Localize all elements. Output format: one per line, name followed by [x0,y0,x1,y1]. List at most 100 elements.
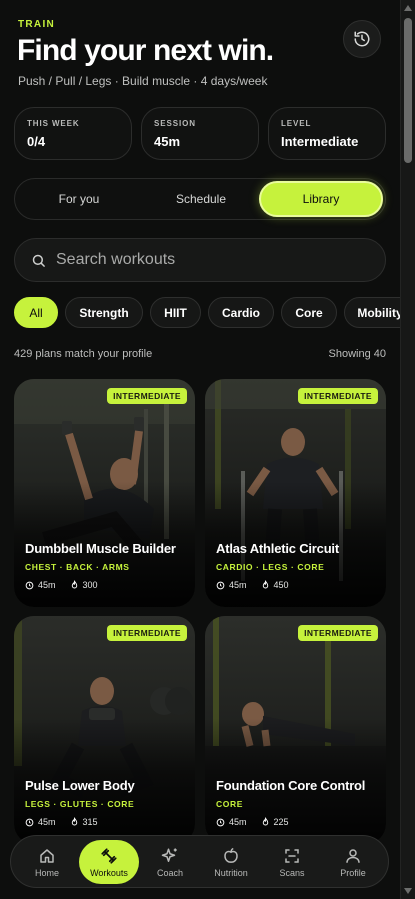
filter-chip-all[interactable]: All [14,297,58,328]
flame-icon [262,580,268,589]
user-icon [346,848,360,863]
nav-item-home[interactable]: Home [17,840,77,884]
workout-tags: CARDIO · LEGS · CORE [216,562,325,572]
duration-meta: 45m [216,580,247,590]
workout-card[interactable]: INTERMEDIATE Atlas Athletic Circuit CARD… [205,379,386,607]
calories-value: 300 [82,580,98,590]
scan-icon [285,848,299,863]
stat-session: SESSION 45m [141,107,259,160]
nav-item-coach[interactable]: Coach [140,840,200,884]
tab-library[interactable]: Library [259,181,383,217]
filter-chip-core[interactable]: Core [281,297,337,328]
results-showing: Showing 40 [328,348,387,360]
level-badge: INTERMEDIATE [107,388,187,404]
nav-label: Profile [340,867,366,878]
filter-chip-strength[interactable]: Strength [65,297,143,328]
card-overlay [205,379,386,607]
scroll-thumb[interactable] [404,18,412,163]
stat-value: Intermediate [281,134,359,149]
clock-icon [25,581,34,589]
scroll-down-arrow-icon[interactable] [404,888,412,894]
results-count: 429 plans match your profile [14,348,153,360]
nav-label: Nutrition [214,867,248,878]
search-icon [32,254,45,267]
stat-label: LEVEL [281,119,312,128]
dumbbell-icon [101,847,117,864]
flame-icon [71,580,77,589]
nav-item-nutrition[interactable]: Nutrition [201,840,261,884]
nav-label: Workouts [90,867,128,878]
duration-value: 45m [229,817,247,827]
view-tabs: For you Schedule Library [14,178,386,220]
nav-item-scans[interactable]: Scans [262,840,322,884]
calories-meta: 450 [261,580,289,590]
workout-tags: CORE [216,799,243,809]
calories-value: 450 [273,580,289,590]
workout-tags: CHEST · BACK · ARMS [25,562,130,572]
workout-meta: 45m 315 [25,817,112,827]
nav-label: Coach [156,867,183,878]
nav-item-profile[interactable]: Profile [323,840,383,884]
workout-meta: 45m 225 [216,817,303,827]
search-bar [14,238,386,282]
workout-title: Foundation Core Control [216,778,366,793]
workout-tags: LEGS · GLUTES · CORE [25,799,135,809]
workout-title: Atlas Athletic Circuit [216,541,339,556]
nav-label: Home [34,867,59,878]
clock-icon [216,818,225,826]
page-scrollbar[interactable] [400,0,415,899]
duration-value: 45m [229,580,247,590]
workouts-screen: TRAIN Find your next win. Push / Pull / … [0,0,400,899]
level-badge: INTERMEDIATE [298,388,378,404]
card-overlay [14,616,195,844]
calories-meta: 225 [261,817,289,827]
stat-level: LEVEL Intermediate [268,107,386,160]
flame-icon [262,817,268,826]
filter-chip-mobility[interactable]: Mobility [344,297,400,328]
page-subtitle: Push / Pull / Legs · Build muscle · 4 da… [18,74,268,88]
calories-meta: 300 [70,580,98,590]
duration-value: 45m [38,817,56,827]
section-eyebrow: TRAIN [18,19,56,30]
nav-label: Scans [279,867,305,878]
bottom-nav: Home Workouts Coach Nutrition Scans Prof… [10,835,389,888]
calories-meta: 315 [70,817,98,827]
clock-icon [216,581,225,589]
duration-value: 45m [38,580,56,590]
calories-value: 225 [273,817,289,827]
workout-card[interactable]: INTERMEDIATE Dumbbell Muscle Builder CHE… [14,379,195,607]
card-overlay [14,379,195,607]
sparkle-icon [161,848,177,862]
level-badge: INTERMEDIATE [107,625,187,641]
scroll-up-arrow-icon[interactable] [404,5,412,11]
tab-for-you[interactable]: For you [17,179,141,219]
tab-schedule[interactable]: Schedule [139,179,263,219]
clock-icon [25,818,34,826]
calories-value: 315 [82,817,98,827]
stat-label: SESSION [154,119,196,128]
workout-title: Dumbbell Muscle Builder [25,541,176,556]
card-overlay [205,616,386,844]
stat-value: 0/4 [27,134,46,149]
search-input[interactable] [56,251,356,269]
page-title: Find your next win. [17,34,274,67]
history-icon [354,31,370,47]
filter-chip-cardio[interactable]: Cardio [208,297,274,328]
workout-card[interactable]: INTERMEDIATE Foundation Core Control COR… [205,616,386,844]
duration-meta: 45m [25,580,56,590]
workout-card[interactable]: INTERMEDIATE Pulse Lower Body LEGS · GLU… [14,616,195,844]
workout-meta: 45m 300 [25,580,112,590]
duration-meta: 45m [216,817,247,827]
home-icon [40,848,54,863]
flame-icon [71,817,77,826]
stat-value: 45m [154,134,181,149]
workout-meta: 45m 450 [216,580,303,590]
filter-chip-hiit[interactable]: HIIT [150,297,201,328]
workout-title: Pulse Lower Body [25,778,135,793]
duration-meta: 45m [25,817,56,827]
history-button[interactable] [343,20,381,58]
level-badge: INTERMEDIATE [298,625,378,641]
nav-item-workouts[interactable]: Workouts [79,840,139,884]
stat-this-week: THIS WEEK 0/4 [14,107,132,160]
apple-icon [224,847,238,863]
